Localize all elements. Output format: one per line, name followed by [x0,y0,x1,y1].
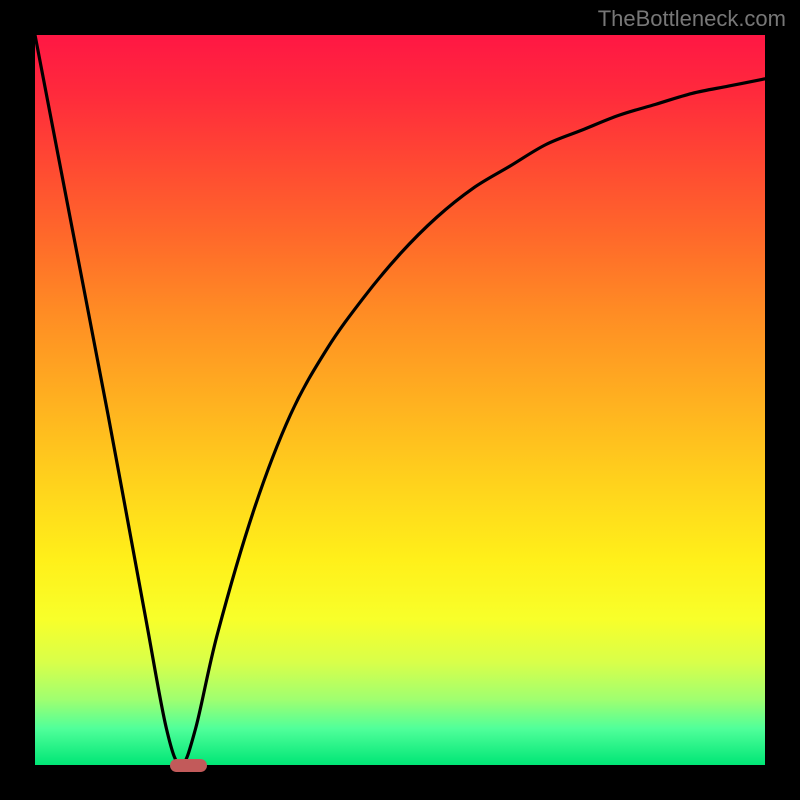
optimal-range-marker [170,759,207,772]
watermark-text: TheBottleneck.com [598,6,786,32]
plot-area [35,35,765,765]
chart-frame: TheBottleneck.com [0,0,800,800]
bottleneck-curve [35,35,765,765]
